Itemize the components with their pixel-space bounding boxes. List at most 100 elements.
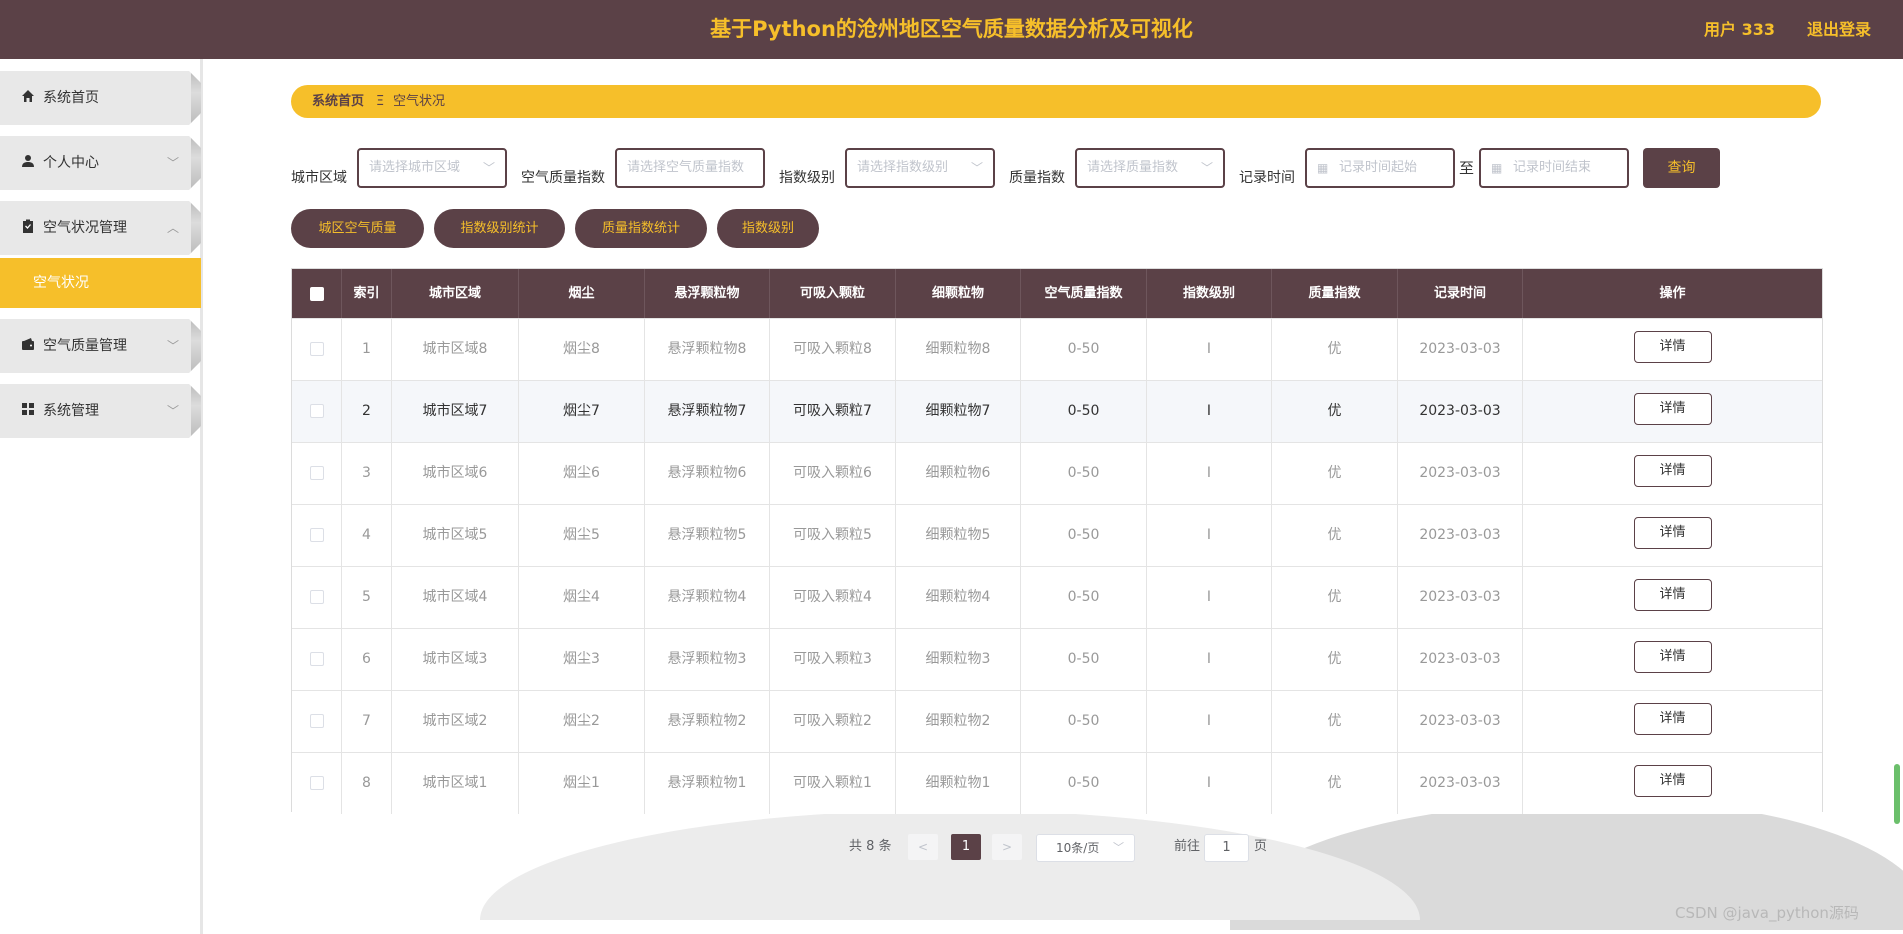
record-time-cell: 2023-03-03 [1398, 567, 1523, 628]
quality-cell: 优 [1272, 567, 1398, 628]
row-index: 7 [342, 691, 392, 752]
table-row[interactable]: 7 城市区域2 烟尘2 悬浮颗粒物2 可吸入颗粒2 细颗粒物2 0-50 I 优 2023-03-… [292, 690, 1822, 752]
table-row[interactable]: 5 城市区域4 烟尘4 悬浮颗粒物4 可吸入颗粒4 细颗粒物4 0-50 I 优 2023-03-… [292, 566, 1822, 628]
quality-statistics-button[interactable]: 质量指数统计 [575, 209, 707, 248]
sidebar-subitem-label: 空气状况 [33, 275, 89, 291]
city-cell: 城市区域6 [392, 443, 519, 504]
smoke-cell: 烟尘7 [519, 381, 645, 442]
quality-select[interactable]: 请选择质量指数 ﹀ [1075, 148, 1225, 188]
suspended-particles-cell: 悬浮颗粒物8 [645, 319, 770, 380]
wallet-icon [20, 337, 36, 353]
row-checkbox[interactable] [309, 652, 324, 666]
quality-cell: 优 [1272, 443, 1398, 504]
home-icon [20, 89, 36, 105]
column-header: 烟尘 [519, 269, 645, 318]
chevron-down-icon: ﹀ [1200, 161, 1213, 175]
row-checkbox-cell [292, 753, 342, 814]
record-time-cell: 2023-03-03 [1398, 753, 1523, 814]
row-checkbox[interactable] [309, 776, 324, 790]
chevron-down-icon: ﹀ [166, 156, 179, 170]
actions-cell: 详情 [1523, 691, 1822, 752]
sidebar-item-home[interactable]: 系统首页 [0, 71, 201, 125]
quality-cell: 优 [1272, 691, 1398, 752]
page-size-select[interactable]: 10条/页 ﹀ [1036, 834, 1135, 862]
fine-particles-cell: 细颗粒物1 [896, 753, 1021, 814]
district-air-quality-button[interactable]: 城区空气质量 [291, 209, 424, 248]
time-end-placeholder: 记录时间结束 [1513, 160, 1592, 175]
row-checkbox[interactable] [309, 404, 324, 418]
actions-cell: 详情 [1523, 381, 1822, 442]
row-checkbox[interactable] [309, 466, 324, 480]
detail-button[interactable]: 详情 [1633, 703, 1712, 735]
detail-button[interactable]: 详情 [1633, 455, 1712, 487]
level-select[interactable]: 请选择指数级别 ﹀ [845, 148, 995, 188]
fine-particles-cell: 细颗粒物5 [896, 505, 1021, 566]
row-index: 4 [342, 505, 392, 566]
column-header: 操作 [1659, 286, 1686, 301]
aqi-cell: 0-50 [1021, 629, 1147, 690]
column-header: 城市区域 [392, 269, 519, 318]
time-start-picker[interactable]: ▦ 记录时间起始 [1305, 148, 1455, 188]
fine-particles-cell: 细颗粒物4 [896, 567, 1021, 628]
table-row[interactable]: 8 城市区域1 烟尘1 悬浮颗粒物1 可吸入颗粒1 细颗粒物1 0-50 I 优 2023-03-… [292, 752, 1822, 814]
city-select[interactable]: 请选择城市区域 ﹀ [357, 148, 507, 188]
column-header: 悬浮颗粒物 [645, 269, 770, 318]
aqi-cell: 0-50 [1021, 319, 1147, 380]
table-row[interactable]: 4 城市区域5 烟尘5 悬浮颗粒物5 可吸入颗粒5 细颗粒物5 0-50 I 优 2023-03-… [292, 504, 1822, 566]
sidebar-item-system-mgmt[interactable]: 系统管理 ﹀ [0, 384, 201, 438]
detail-button[interactable]: 详情 [1633, 641, 1712, 673]
goto-page-input[interactable]: 1 [1204, 834, 1249, 862]
column-header: 空气质量指数 [1021, 269, 1147, 318]
pagination-total: 共 8 条 [849, 839, 892, 854]
detail-button[interactable]: 详情 [1633, 579, 1712, 611]
smoke-cell: 烟尘4 [519, 567, 645, 628]
goto-unit-label: 页 [1254, 839, 1268, 854]
sidebar-item-air-status-mgmt[interactable]: 空气状况管理 ︿ [0, 201, 201, 255]
prev-page-button[interactable]: < [908, 834, 938, 860]
row-checkbox[interactable] [309, 528, 324, 542]
table-row[interactable]: 3 城市区域6 烟尘6 悬浮颗粒物6 可吸入颗粒6 细颗粒物6 0-50 I 优 2023-03-… [292, 442, 1822, 504]
scrollbar-thumb[interactable] [1894, 764, 1900, 824]
row-checkbox[interactable] [309, 342, 324, 356]
breadcrumb-home[interactable]: 系统首页 [312, 85, 364, 118]
inhalable-particles-cell: 可吸入颗粒5 [770, 505, 896, 566]
detail-button[interactable]: 详情 [1633, 393, 1712, 425]
column-header: 索引 [342, 269, 392, 318]
detail-button[interactable]: 详情 [1633, 517, 1712, 549]
breadcrumb-separator-icon: Ξ [376, 94, 385, 109]
page-number-button[interactable]: 1 [951, 834, 981, 860]
suspended-particles-cell: 悬浮颗粒物7 [645, 381, 770, 442]
table-row[interactable]: 6 城市区域3 烟尘3 悬浮颗粒物3 可吸入颗粒3 细颗粒物3 0-50 I 优 2023-03-… [292, 628, 1822, 690]
sidebar-item-air-quality-mgmt[interactable]: 空气质量管理 ﹀ [0, 319, 201, 373]
index-level-button[interactable]: 指数级别 [717, 209, 819, 248]
inhalable-particles-cell: 可吸入颗粒7 [770, 381, 896, 442]
city-filter-label: 城市区域 [291, 170, 347, 186]
chevron-up-icon: ︿ [166, 221, 179, 235]
record-time-cell: 2023-03-03 [1398, 319, 1523, 380]
table-row[interactable]: 1 城市区域8 烟尘8 悬浮颗粒物8 可吸入颗粒8 细颗粒物8 0-50 I 优 2023-03-… [292, 318, 1822, 380]
level-statistics-button[interactable]: 指数级别统计 [434, 209, 565, 248]
current-user[interactable]: 用户 333 [1704, 0, 1775, 59]
time-end-picker[interactable]: ▦ 记录时间结束 [1479, 148, 1629, 188]
select-all-checkbox[interactable] [292, 269, 342, 318]
table-row[interactable]: 2 城市区域7 烟尘7 悬浮颗粒物7 可吸入颗粒7 细颗粒物7 0-50 I 优 2023-03-… [292, 380, 1822, 442]
level-cell: I [1147, 319, 1272, 380]
actions-cell: 详情 [1523, 567, 1822, 628]
row-checkbox-cell [292, 691, 342, 752]
sidebar-item-personal[interactable]: 个人中心 ﹀ [0, 136, 201, 190]
detail-button[interactable]: 详情 [1633, 331, 1712, 363]
fine-particles-cell: 细颗粒物6 [896, 443, 1021, 504]
city-cell: 城市区域8 [392, 319, 519, 380]
detail-button[interactable]: 详情 [1633, 765, 1712, 797]
aqi-filter-label: 空气质量指数 [521, 170, 605, 186]
actions-cell: 详情 [1523, 753, 1822, 814]
row-checkbox[interactable] [309, 714, 324, 728]
aqi-input[interactable]: 请选择空气质量指数 [615, 148, 765, 188]
app-title: 基于Python的沧州地区空气质量数据分析及可视化 [710, 17, 1193, 41]
logout-link[interactable]: 退出登录 [1807, 0, 1871, 59]
row-checkbox[interactable] [309, 590, 324, 604]
next-page-button[interactable]: > [992, 834, 1022, 860]
sidebar-subitem-air-status[interactable]: 空气状况 [0, 258, 201, 308]
level-cell: I [1147, 381, 1272, 442]
query-button[interactable]: 查询 [1643, 148, 1720, 188]
